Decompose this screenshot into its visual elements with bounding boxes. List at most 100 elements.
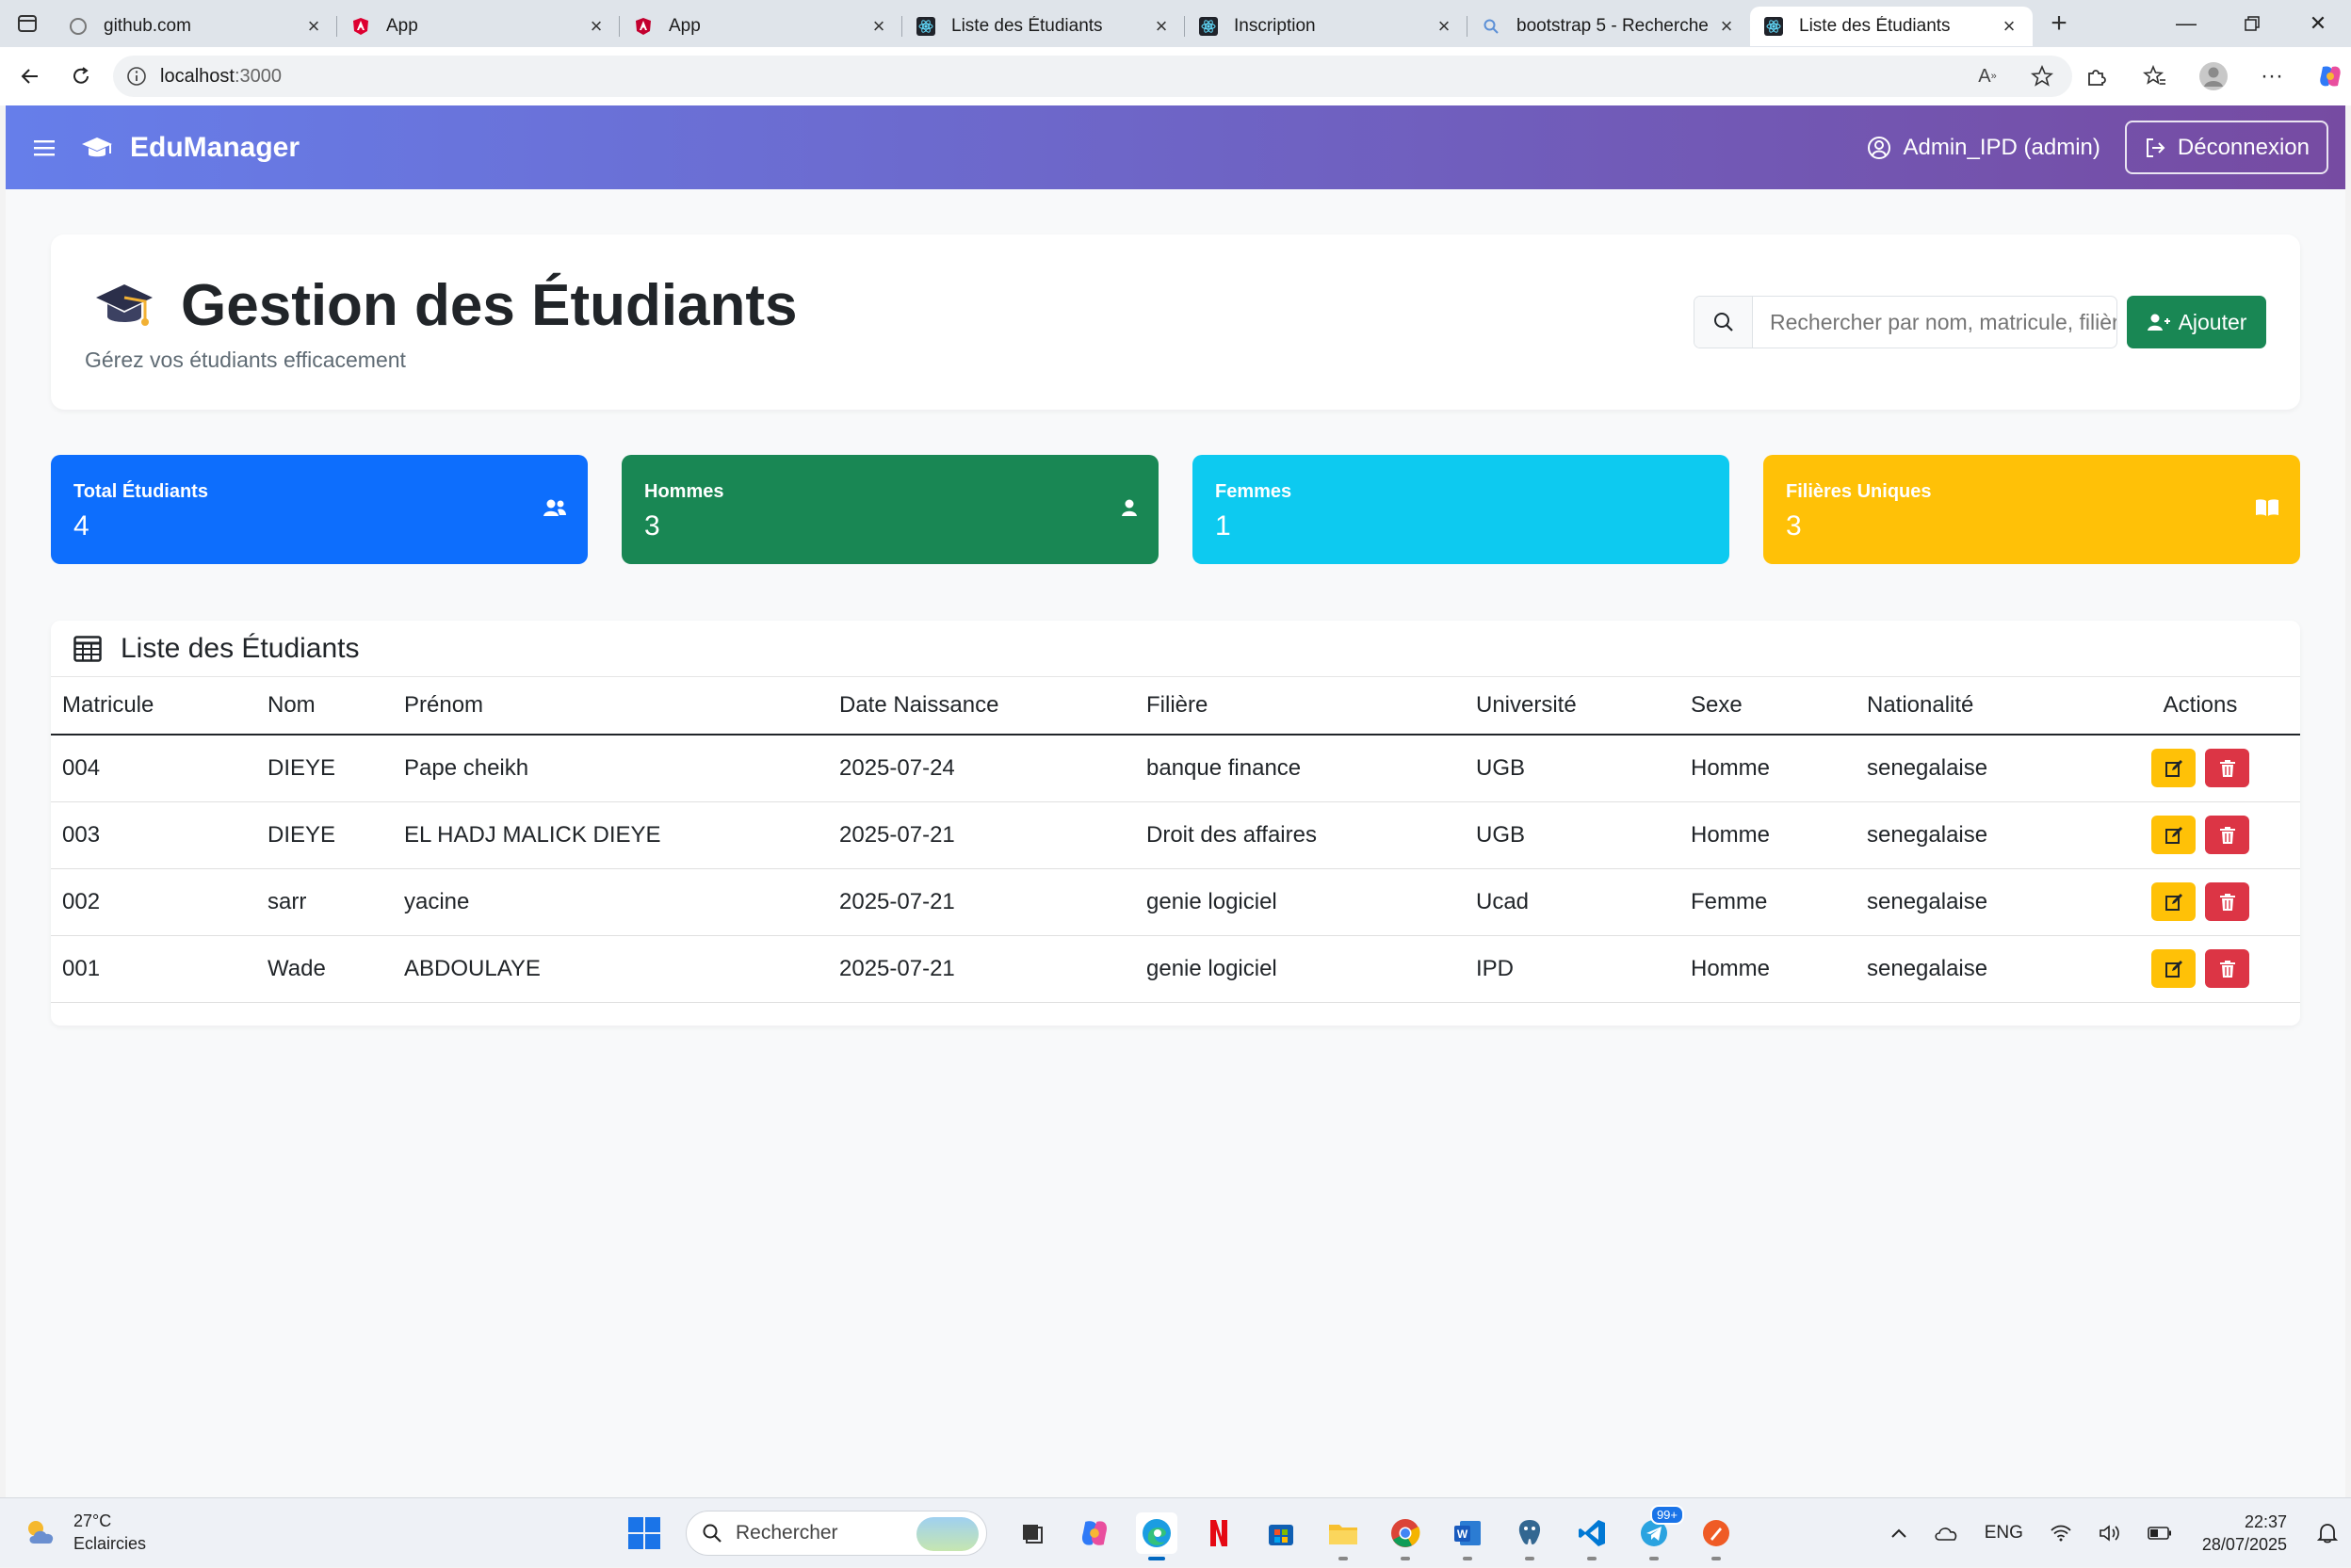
close-tab-icon[interactable]: ×	[586, 14, 607, 38]
tab-actions-icon[interactable]	[0, 0, 55, 47]
search-input[interactable]	[1753, 297, 2116, 348]
browser-tab[interactable]: App ×	[337, 7, 620, 46]
cell-prenom: ABDOULAYE	[393, 935, 828, 1003]
edge-browser-icon[interactable]	[1136, 1512, 1177, 1560]
brand-name: EduManager	[130, 131, 300, 163]
more-options-icon[interactable]: ···	[2257, 61, 2287, 91]
column-header[interactable]: Filière	[1135, 677, 1465, 736]
favorite-star-icon[interactable]	[2027, 61, 2057, 91]
cell-actions	[2100, 868, 2300, 936]
chevron-up-icon[interactable]	[1890, 1528, 1907, 1539]
edit-button[interactable]	[2151, 882, 2196, 921]
reload-icon[interactable]	[60, 56, 102, 97]
trash-icon	[2219, 759, 2235, 777]
telegram-icon[interactable]: 99+	[1633, 1505, 1684, 1560]
stat-label: Hommes	[644, 481, 724, 502]
cell-actions	[2100, 735, 2300, 802]
stat-card-total: Total Étudiants 4	[51, 455, 588, 564]
close-tab-icon[interactable]: ×	[1716, 14, 1737, 38]
column-header[interactable]: Date Naissance	[828, 677, 1135, 736]
edit-button[interactable]	[2151, 816, 2196, 854]
copilot-app-icon[interactable]	[1074, 1512, 1115, 1554]
battery-icon[interactable]	[2148, 1527, 2172, 1540]
delete-button[interactable]	[2205, 749, 2249, 788]
postman-icon[interactable]	[1695, 1512, 1737, 1560]
read-aloud-icon[interactable]: A»	[1972, 61, 2002, 91]
word-icon[interactable]: W	[1447, 1512, 1488, 1560]
system-tray: ENG 22:37 28/07/2025	[1877, 1498, 2351, 1568]
postgresql-icon[interactable]	[1509, 1512, 1550, 1560]
column-header[interactable]: Université	[1465, 677, 1679, 736]
volume-icon[interactable]	[2099, 1525, 2121, 1542]
search-icon	[1694, 297, 1753, 348]
language-indicator[interactable]: ENG	[1985, 1523, 2023, 1544]
close-tab-icon[interactable]: ×	[868, 14, 889, 38]
cell-sexe: Homme	[1679, 735, 1856, 802]
minimize-icon[interactable]: —	[2153, 0, 2219, 47]
close-window-icon[interactable]: ✕	[2285, 0, 2351, 47]
wifi-icon[interactable]	[2050, 1525, 2072, 1542]
page-title: Gestion des Étudiants	[94, 272, 798, 339]
microsoft-store-icon[interactable]	[1260, 1512, 1302, 1554]
delete-button[interactable]	[2205, 949, 2249, 988]
browser-tab[interactable]: Inscription ×	[1185, 7, 1467, 46]
chrome-icon[interactable]	[1385, 1512, 1426, 1560]
react-icon	[1198, 16, 1219, 37]
onedrive-cloud-icon[interactable]	[1934, 1525, 1958, 1542]
edit-button[interactable]	[2151, 749, 2196, 788]
notifications-icon[interactable]	[2317, 1523, 2338, 1544]
browser-tab[interactable]: bootstrap 5 - Recherche ×	[1467, 7, 1750, 46]
column-header[interactable]: Matricule	[51, 677, 256, 736]
favorites-icon[interactable]	[2140, 61, 2170, 91]
browser-tab[interactable]: App ×	[620, 7, 902, 46]
delete-button[interactable]	[2205, 882, 2249, 921]
close-tab-icon[interactable]: ×	[303, 14, 324, 38]
column-header[interactable]: Nom	[256, 677, 393, 736]
task-view-icon[interactable]	[1012, 1512, 1053, 1554]
url-bar[interactable]: localhost:3000 A»	[113, 56, 2072, 97]
logout-button[interactable]: Déconnexion	[2124, 121, 2328, 174]
cell-date: 2025-07-21	[828, 935, 1135, 1003]
add-student-button[interactable]: Ajouter	[2127, 296, 2266, 348]
copilot-icon[interactable]	[2315, 61, 2345, 91]
cell-actions	[2100, 801, 2300, 869]
browser-tab[interactable]: github.com ×	[55, 7, 337, 46]
edit-icon	[2165, 826, 2182, 844]
taskbar-search-placeholder: Rechercher	[736, 1522, 838, 1544]
new-tab-icon[interactable]: +	[2036, 4, 2082, 43]
partly-sunny-icon	[28, 1521, 54, 1544]
hamburger-menu-icon[interactable]	[34, 139, 55, 156]
cell-nationalite: senegalaise	[1856, 935, 2100, 1003]
info-icon[interactable]	[126, 66, 147, 87]
stats-row: Total Étudiants 4 Hommes 3 Femmes 1 Fili…	[51, 455, 2300, 564]
taskbar-search[interactable]: Rechercher	[686, 1511, 987, 1556]
cell-matricule: 002	[51, 868, 256, 936]
column-header[interactable]: Nationalité	[1856, 677, 2100, 736]
restore-icon[interactable]	[2219, 0, 2285, 47]
clock-date: 28/07/2025	[2201, 1535, 2287, 1554]
extensions-icon[interactable]	[2082, 61, 2112, 91]
netflix-icon[interactable]	[1198, 1512, 1240, 1554]
delete-button[interactable]	[2205, 816, 2249, 854]
windows-start-icon[interactable]	[625, 1514, 663, 1552]
file-explorer-icon[interactable]	[1322, 1512, 1364, 1560]
close-tab-icon[interactable]: ×	[1434, 14, 1454, 38]
close-tab-icon[interactable]: ×	[1999, 14, 2019, 38]
cell-universite: Ucad	[1465, 868, 1679, 936]
browser-tab[interactable]: Liste des Étudiants ×	[902, 7, 1185, 46]
stat-card-filieres: Filières Uniques 3	[1763, 455, 2300, 564]
cell-sexe: Homme	[1679, 935, 1856, 1003]
vscode-icon[interactable]	[1571, 1512, 1613, 1560]
profile-avatar-icon[interactable]	[2198, 61, 2229, 91]
browser-tab-active[interactable]: Liste des Étudiants ×	[1750, 7, 2033, 46]
close-tab-icon[interactable]: ×	[1151, 14, 1172, 38]
brand[interactable]: EduManager	[81, 132, 300, 164]
clock[interactable]: 22:37 28/07/2025	[2202, 1511, 2287, 1556]
weather-widget[interactable]: 27°C Eclaircies	[23, 1510, 146, 1555]
cell-nationalite: senegalaise	[1856, 868, 2100, 936]
stat-value: 1	[1215, 510, 1231, 542]
back-icon[interactable]	[9, 56, 51, 97]
column-header[interactable]: Prénom	[393, 677, 828, 736]
edit-button[interactable]	[2151, 949, 2196, 988]
column-header[interactable]: Sexe	[1679, 677, 1856, 736]
